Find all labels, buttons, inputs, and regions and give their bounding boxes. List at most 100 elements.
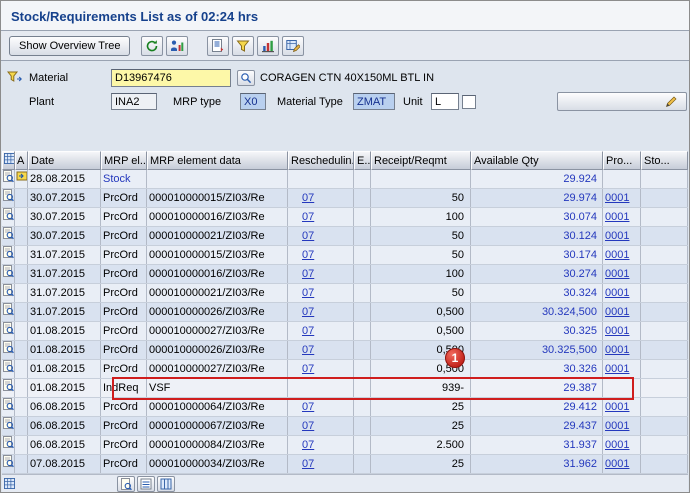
chart-icon[interactable] bbox=[257, 36, 279, 56]
details-icon[interactable] bbox=[3, 246, 14, 259]
pro-link[interactable]: 0001 bbox=[605, 287, 629, 299]
exception-link[interactable]: 07 bbox=[302, 211, 314, 223]
col-exception[interactable]: E... bbox=[354, 151, 371, 170]
show-overview-tree-button[interactable]: Show Overview Tree bbox=[9, 36, 130, 56]
exception-link[interactable]: 07 bbox=[302, 230, 314, 242]
grid-icon[interactable] bbox=[2, 151, 15, 170]
table-row[interactable]: 06.08.2015 PrcOrd 000010000064/ZI03/Re 0… bbox=[2, 398, 688, 417]
details-icon[interactable] bbox=[3, 341, 14, 354]
details-icon[interactable] bbox=[3, 170, 14, 183]
sto-cell bbox=[641, 360, 688, 378]
details-icon[interactable] bbox=[3, 265, 14, 278]
details-icon[interactable] bbox=[3, 303, 14, 316]
table-row[interactable]: 31.07.2015 PrcOrd 000010000015/ZI03/Re 0… bbox=[2, 246, 688, 265]
details-icon[interactable] bbox=[3, 208, 14, 221]
exception-link[interactable]: 07 bbox=[302, 268, 314, 280]
material-input[interactable]: D13967476 bbox=[111, 69, 231, 87]
mrp-type-input[interactable]: X0 bbox=[240, 93, 266, 110]
col-mrp-element-data[interactable]: MRP element data bbox=[147, 151, 288, 170]
stock-segment-icon[interactable] bbox=[16, 170, 28, 182]
pro-link[interactable]: 0001 bbox=[605, 192, 629, 204]
table-row[interactable]: 31.07.2015 PrcOrd 000010000021/ZI03/Re 0… bbox=[2, 284, 688, 303]
details-icon[interactable] bbox=[3, 284, 14, 297]
exception-link[interactable]: 07 bbox=[302, 344, 314, 356]
blank-field[interactable] bbox=[462, 95, 476, 109]
pro-link[interactable]: 0001 bbox=[605, 230, 629, 242]
col-pro[interactable]: Pro... bbox=[603, 151, 641, 170]
details-icon[interactable] bbox=[3, 379, 14, 392]
pro-link[interactable]: 0001 bbox=[605, 401, 629, 413]
exception-link[interactable]: 07 bbox=[302, 401, 314, 413]
pro-link[interactable]: 0001 bbox=[605, 344, 629, 356]
table-row[interactable]: 30.07.2015 PrcOrd 000010000015/ZI03/Re 0… bbox=[2, 189, 688, 208]
col-available-qty[interactable]: Available Qty bbox=[471, 151, 603, 170]
pro-link[interactable]: 0001 bbox=[605, 325, 629, 337]
material-type-input[interactable]: ZMAT bbox=[353, 93, 395, 110]
edit-button[interactable] bbox=[557, 92, 687, 111]
table-row[interactable]: 31.07.2015 PrcOrd 000010000026/ZI03/Re 0… bbox=[2, 303, 688, 322]
col-date[interactable]: Date bbox=[28, 151, 101, 170]
details-icon[interactable] bbox=[3, 417, 14, 430]
page-arrow-icon[interactable] bbox=[207, 36, 229, 56]
sto-cell bbox=[641, 379, 688, 397]
exception-link[interactable]: 07 bbox=[302, 249, 314, 261]
pro-link[interactable]: 0001 bbox=[605, 249, 629, 261]
col-receipt-reqmt[interactable]: Receipt/Reqmt bbox=[371, 151, 471, 170]
pro-link[interactable]: 0001 bbox=[605, 363, 629, 375]
table-row[interactable]: 28.08.2015 Stock 29.924 bbox=[2, 170, 688, 189]
segment-funnel-icon[interactable] bbox=[7, 70, 22, 84]
col-sto[interactable]: Sto... bbox=[641, 151, 688, 170]
table-row[interactable]: 01.08.2015 PrcOrd 000010000027/ZI03/Re 0… bbox=[2, 360, 688, 379]
pro-link[interactable]: 0001 bbox=[605, 439, 629, 451]
col-rescheduling[interactable]: Reschedulin... bbox=[288, 151, 354, 170]
pro-cell: 0001 bbox=[603, 246, 641, 264]
col-a[interactable]: A bbox=[15, 151, 28, 170]
pro-link[interactable]: 0001 bbox=[605, 211, 629, 223]
receipt-reqmt-cell: 939- bbox=[371, 379, 471, 397]
table-pencil-icon[interactable] bbox=[282, 36, 304, 56]
grid-icon[interactable] bbox=[4, 478, 15, 489]
details-icon[interactable] bbox=[3, 189, 14, 202]
plant-input[interactable]: INA2 bbox=[111, 93, 157, 110]
exception-link[interactable]: 07 bbox=[302, 420, 314, 432]
col-mrp-element[interactable]: MRP el... bbox=[101, 151, 147, 170]
table-row[interactable]: 07.08.2015 PrcOrd 000010000034/ZI03/Re 0… bbox=[2, 455, 688, 474]
table-row[interactable]: 31.07.2015 PrcOrd 000010000016/ZI03/Re 0… bbox=[2, 265, 688, 284]
exception-link[interactable]: 07 bbox=[302, 325, 314, 337]
details-icon[interactable] bbox=[3, 455, 14, 468]
exception-link[interactable]: 07 bbox=[302, 439, 314, 451]
person-chart-icon[interactable] bbox=[166, 36, 188, 56]
table-row[interactable]: 30.07.2015 PrcOrd 000010000016/ZI03/Re 0… bbox=[2, 208, 688, 227]
filter-icon[interactable] bbox=[232, 36, 254, 56]
columns-icon[interactable] bbox=[157, 476, 175, 492]
pro-link[interactable]: 0001 bbox=[605, 268, 629, 280]
matchcode-icon[interactable] bbox=[237, 70, 255, 86]
table-row[interactable]: 30.07.2015 PrcOrd 000010000021/ZI03/Re 0… bbox=[2, 227, 688, 246]
details-icon[interactable] bbox=[3, 436, 14, 449]
exception-link[interactable]: 07 bbox=[302, 287, 314, 299]
pro-cell: 0001 bbox=[603, 265, 641, 283]
detail-view-icon[interactable] bbox=[117, 476, 135, 492]
exception-link[interactable]: 07 bbox=[302, 192, 314, 204]
table-row[interactable]: 06.08.2015 PrcOrd 000010000067/ZI03/Re 0… bbox=[2, 417, 688, 436]
table-row[interactable]: 01.08.2015 PrcOrd 000010000026/ZI03/Re 0… bbox=[2, 341, 688, 360]
pro-link[interactable]: 0001 bbox=[605, 420, 629, 432]
details-icon[interactable] bbox=[3, 227, 14, 240]
selection-header: Material D13967476 CORAGEN CTN 40X150ML … bbox=[1, 61, 689, 151]
details-icon[interactable] bbox=[3, 322, 14, 335]
table-row[interactable]: 01.08.2015 PrcOrd 000010000027/ZI03/Re 0… bbox=[2, 322, 688, 341]
table-row[interactable]: 06.08.2015 PrcOrd 000010000084/ZI03/Re 0… bbox=[2, 436, 688, 455]
details-icon[interactable] bbox=[3, 360, 14, 373]
exception-link[interactable]: 07 bbox=[302, 458, 314, 470]
details-icon[interactable] bbox=[3, 398, 14, 411]
unit-label: Unit bbox=[403, 96, 423, 108]
refresh-icon[interactable] bbox=[141, 36, 163, 56]
unit-input[interactable]: L bbox=[431, 93, 459, 110]
list-view-icon[interactable] bbox=[137, 476, 155, 492]
exception-link[interactable]: 07 bbox=[302, 306, 314, 318]
exception-link[interactable]: 07 bbox=[302, 363, 314, 375]
pro-link[interactable]: 0001 bbox=[605, 458, 629, 470]
table-row[interactable]: 01.08.2015 IndReq VSF 939- 29.387 bbox=[2, 379, 688, 398]
mrp-element-cell: PrcOrd bbox=[101, 417, 147, 435]
pro-link[interactable]: 0001 bbox=[605, 306, 629, 318]
